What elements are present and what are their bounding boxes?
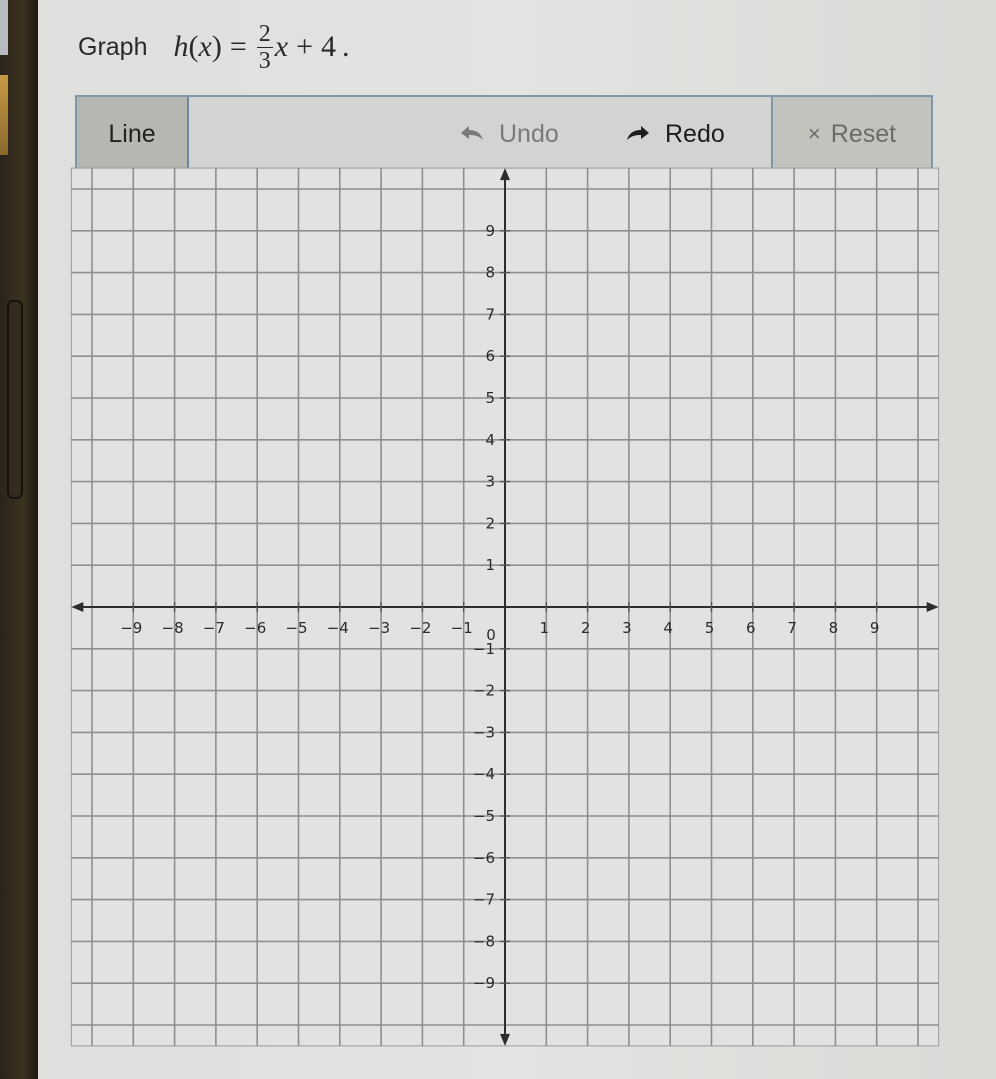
y-tick-label: −5 (473, 807, 495, 825)
x-tick-label: 8 (829, 619, 839, 637)
y-tick-label: 5 (485, 389, 495, 407)
x-tick-label: 6 (746, 619, 756, 637)
y-tick-label: 8 (485, 264, 495, 282)
coordinate-plane[interactable]: −9 −8 −7 −6 −5 −4 −3 −2 −1 1 2 3 4 5 6 7 8 9 −9 −8 −7 −6 −5 −4 −… (0, 0, 996, 1079)
y-tick-label: 7 (485, 305, 495, 323)
origin-label: 0 (486, 626, 496, 644)
x-tick-label: −4 (327, 619, 349, 637)
x-tick-label: −2 (409, 619, 431, 637)
x-tick-label: −6 (244, 619, 266, 637)
x-tick-label: 3 (622, 619, 632, 637)
y-tick-label: −9 (473, 974, 495, 992)
y-tick-label: −4 (473, 765, 495, 783)
y-tick-label: −2 (473, 682, 495, 700)
x-tick-label: 7 (787, 619, 797, 637)
y-tick-label: −3 (473, 723, 495, 741)
x-tick-label: 4 (663, 619, 673, 637)
x-tick-label: 9 (870, 619, 880, 637)
y-tick-label: 9 (485, 222, 495, 240)
x-tick-label: 5 (705, 619, 715, 637)
x-tick-label: −9 (120, 619, 142, 637)
x-tick-label: −5 (285, 619, 307, 637)
x-tick-label: 1 (540, 619, 550, 637)
y-tick-label: 2 (485, 514, 495, 532)
x-tick-label: −7 (203, 619, 225, 637)
x-tick-label: 2 (581, 619, 591, 637)
x-tick-label: −3 (368, 619, 390, 637)
x-tick-label: −1 (451, 619, 473, 637)
y-tick-label: 4 (485, 431, 495, 449)
y-tick-label: −6 (473, 849, 495, 867)
y-tick-label: 6 (485, 347, 495, 365)
y-tick-label: −7 (473, 891, 495, 909)
y-tick-label: −8 (473, 932, 495, 950)
y-tick-label: 1 (485, 556, 495, 574)
x-tick-label: −8 (162, 619, 184, 637)
y-tick-label: 3 (485, 473, 495, 491)
